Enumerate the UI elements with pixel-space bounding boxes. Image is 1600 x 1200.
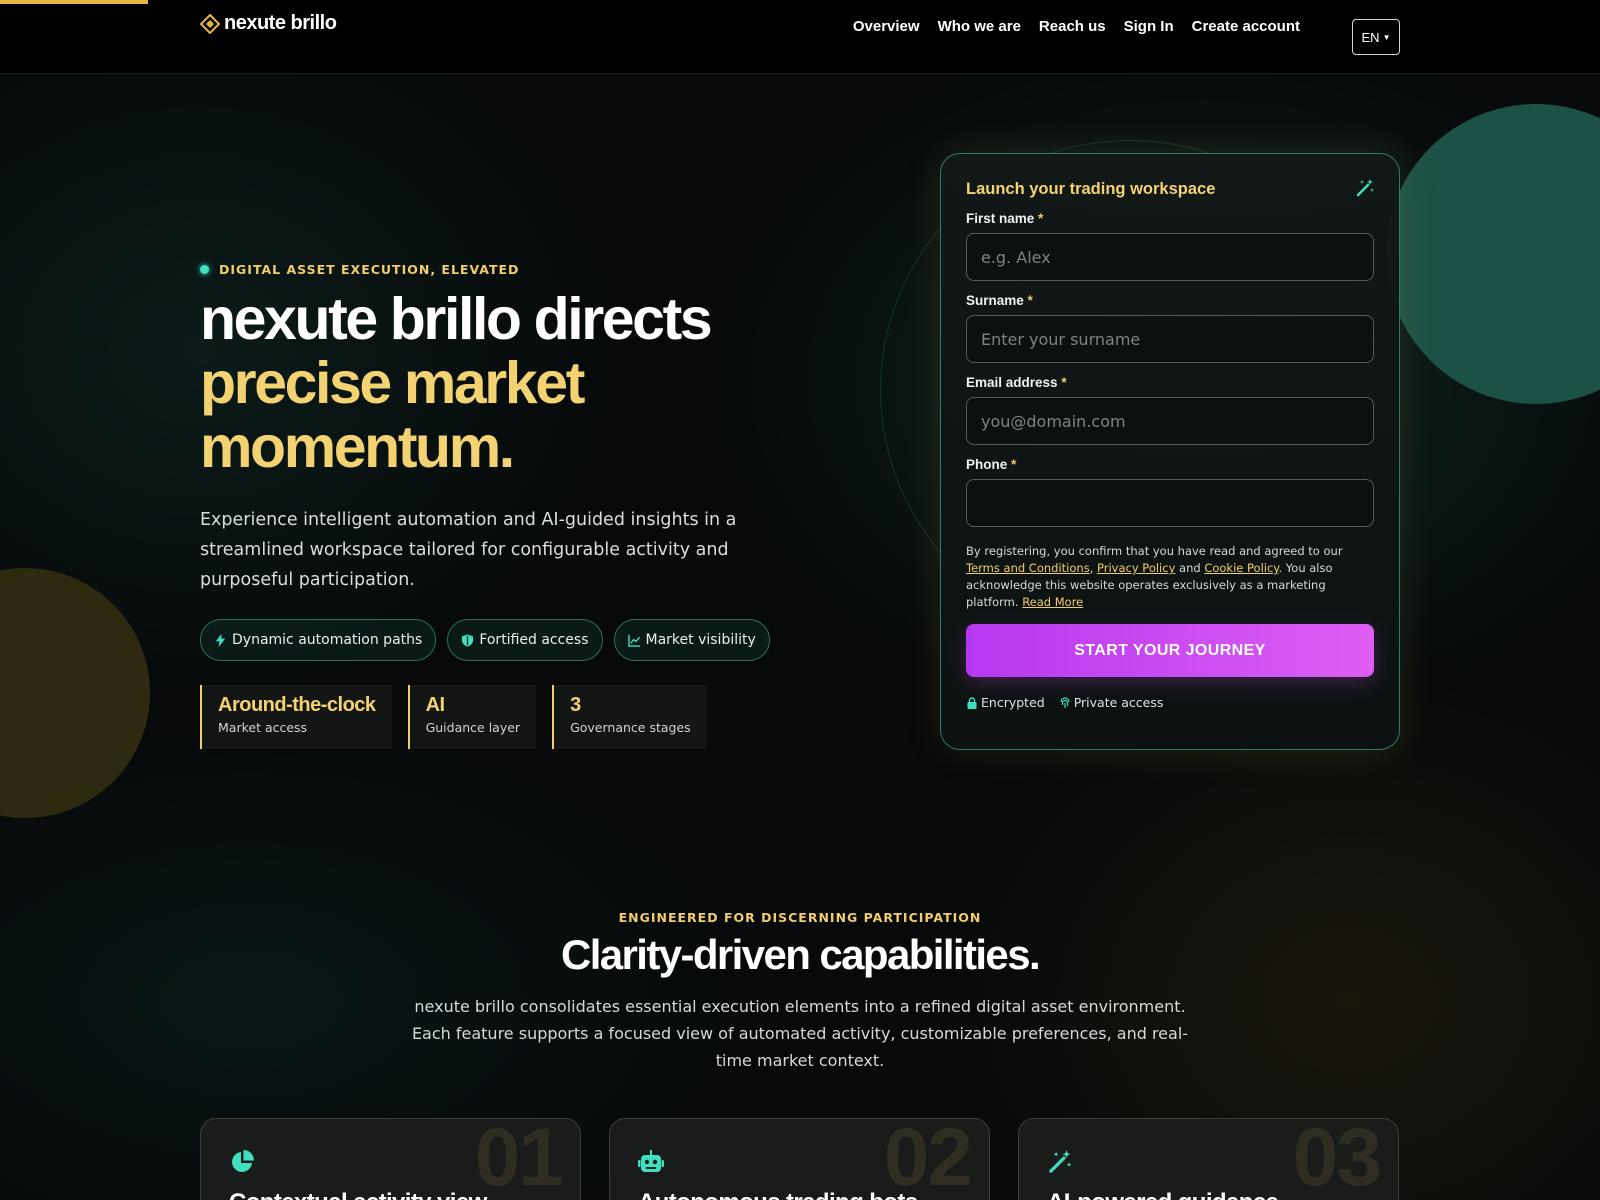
privacy-policy-link[interactable]: Privacy Policy: [1097, 561, 1175, 575]
stat-market-access: Around-the-clock Market access: [200, 685, 392, 749]
card-title: Contextual activity view: [229, 1189, 552, 1200]
top-accent-bar: [0, 0, 148, 4]
security-badges: Encrypted Private access: [966, 695, 1374, 710]
diamond-logo-icon: [200, 13, 220, 34]
pill-label: Market visibility: [645, 632, 756, 648]
phone-input[interactable]: [966, 479, 1374, 527]
site-header: nexute brillo Overview Who we are Reach …: [0, 0, 1600, 74]
decorative-circle-gold: [0, 568, 150, 818]
surname-field: Surname *: [966, 293, 1374, 363]
pie-chart-icon: [232, 1150, 254, 1172]
hero-headline: nexute brillo directs precise market mom…: [200, 287, 880, 479]
decorative-circle-teal: [1386, 104, 1600, 404]
stat-value: 3: [570, 694, 581, 716]
card-title: Autonomous trading bots: [638, 1189, 961, 1200]
caret-down-icon: ▼: [1382, 32, 1391, 42]
card-number: 01: [474, 1118, 564, 1200]
surname-input[interactable]: [966, 315, 1374, 363]
magic-wand-icon: [1049, 1150, 1072, 1173]
eyebrow-text: DIGITAL ASSET EXECUTION, ELEVATED: [219, 262, 520, 277]
terms-notice: By registering, you confirm that you hav…: [966, 544, 1343, 609]
language-code: EN: [1361, 29, 1380, 45]
nav-sign-in[interactable]: Sign In: [1124, 18, 1174, 35]
features-kicker: ENGINEERED FOR DISCERNING PARTICIPATION: [618, 910, 982, 925]
nav-who-we-are[interactable]: Who we are: [938, 18, 1021, 35]
pill-market-visibility: Market visibility: [613, 619, 770, 661]
features-description: nexute brillo consolidates essential exe…: [411, 997, 1189, 1070]
lock-icon: [967, 696, 977, 709]
pill-label: Dynamic automation paths: [232, 632, 423, 648]
stat-label: Market access: [218, 720, 308, 735]
stats-row: Around-the-clock Market access AI Guidan…: [200, 685, 880, 749]
main-nav: Overview Who we are Reach us Sign In Cre…: [853, 18, 1300, 35]
pill-automation: Dynamic automation paths: [200, 619, 437, 661]
pill-fortified-access: Fortified access: [447, 619, 603, 661]
chart-line-icon: [627, 634, 640, 647]
first-name-field: First name *: [966, 211, 1374, 281]
hero-section: DIGITAL ASSET EXECUTION, ELEVATED nexute…: [200, 262, 880, 749]
features-section: ENGINEERED FOR DISCERNING PARTICIPATION …: [0, 910, 1600, 1074]
feature-card-ai-guidance: 03 AI-powered guidance: [1018, 1118, 1399, 1200]
brand-logo[interactable]: nexute brillo: [200, 12, 337, 35]
email-field: Email address *: [966, 375, 1374, 445]
stat-label: Governance stages: [570, 720, 691, 735]
brand-name: nexute brillo: [224, 12, 337, 34]
nav-reach-us[interactable]: Reach us: [1039, 18, 1106, 35]
stat-label: Guidance layer: [425, 720, 521, 735]
hero-eyebrow: DIGITAL ASSET EXECUTION, ELEVATED: [200, 262, 880, 277]
nav-create-account[interactable]: Create account: [1192, 18, 1300, 35]
encrypted-badge: Encrypted: [966, 695, 1045, 710]
feature-card-trading-bots: 02 Autonomous trading bots: [609, 1118, 990, 1200]
email-label: Email address *: [966, 375, 1067, 390]
headline-highlight: precise market momentum.: [200, 350, 585, 480]
email-input[interactable]: [966, 397, 1374, 445]
stat-governance-stages: 3 Governance stages: [552, 685, 707, 749]
signup-form-card: Launch your trading workspace First name…: [940, 153, 1400, 750]
stat-value: Around-the-clock: [218, 694, 376, 716]
cookie-policy-link[interactable]: Cookie Policy: [1204, 561, 1278, 575]
surname-label: Surname *: [966, 293, 1033, 308]
shield-icon: [462, 633, 474, 647]
fingerprint-icon: [1060, 696, 1070, 708]
status-dot-icon: [200, 265, 209, 274]
start-journey-button[interactable]: START YOUR JOURNEY: [966, 624, 1374, 677]
feature-pills: Dynamic automation paths Fortified acces…: [200, 619, 880, 661]
pill-label: Fortified access: [479, 632, 589, 648]
features-title: Clarity-driven capabilities.: [560, 931, 1041, 978]
card-number: 02: [883, 1118, 973, 1200]
form-title: Launch your trading workspace: [966, 180, 1216, 198]
card-number: 03: [1292, 1118, 1382, 1200]
read-more-link[interactable]: Read More: [1022, 595, 1083, 609]
phone-field: Phone *: [966, 457, 1374, 527]
phone-label: Phone *: [966, 457, 1017, 472]
stat-value: AI: [425, 694, 445, 716]
hero-description: Experience intelligent automation and AI…: [200, 510, 737, 590]
feature-cards: 01 Contextual activity view 02 Autonomou…: [200, 1118, 1400, 1200]
first-name-input[interactable]: [966, 233, 1374, 281]
language-selector[interactable]: EN ▼: [1352, 19, 1400, 55]
bolt-icon: [215, 633, 226, 647]
card-title: AI-powered guidance: [1047, 1189, 1370, 1200]
feature-card-activity-view: 01 Contextual activity view: [200, 1118, 581, 1200]
private-access-badge: Private access: [1059, 695, 1163, 710]
robot-icon: [638, 1150, 664, 1172]
headline-plain: nexute brillo directs: [200, 286, 713, 352]
first-name-label: First name *: [966, 211, 1044, 226]
magic-wand-icon: [1356, 179, 1374, 197]
terms-link[interactable]: Terms and Conditions: [966, 561, 1090, 575]
stat-guidance-layer: AI Guidance layer: [407, 685, 537, 749]
nav-overview[interactable]: Overview: [853, 18, 920, 35]
